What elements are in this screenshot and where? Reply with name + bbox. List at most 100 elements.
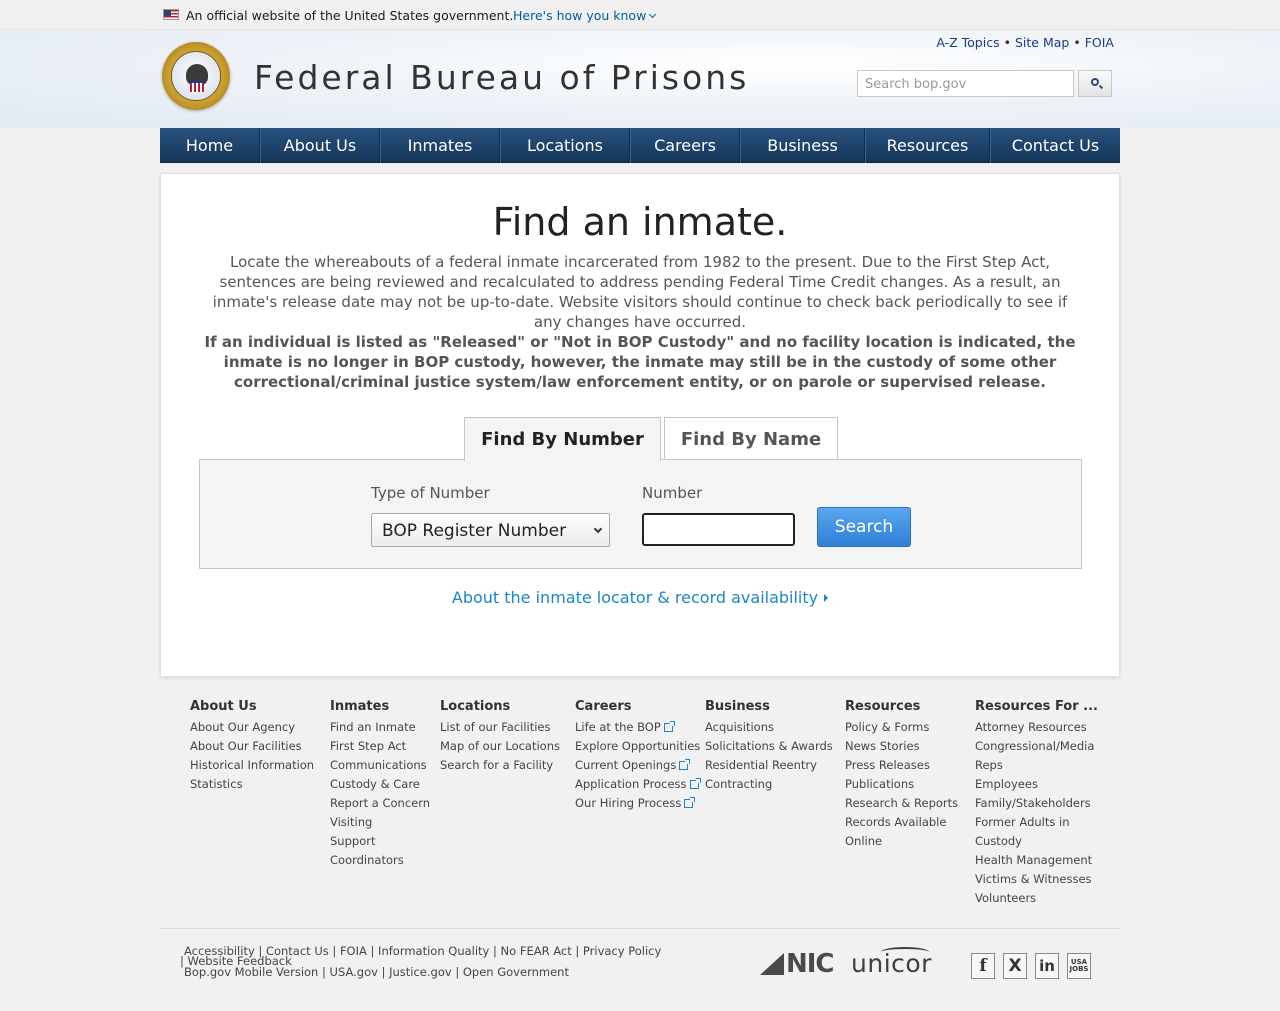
footer-link[interactable]: Acquisitions <box>705 718 833 737</box>
footer-link[interactable]: Historical Information <box>190 756 314 775</box>
footer-link[interactable]: Application Process <box>575 775 701 794</box>
external-link-icon <box>679 759 691 770</box>
locator-availability-link[interactable]: About the inmate locator & record availa… <box>161 588 1119 607</box>
gov-banner-text: An official website of the United States… <box>186 8 514 23</box>
find-by-number-panel: Type of Number Number BOP Register Numbe… <box>199 459 1082 569</box>
footer-link[interactable]: Statistics <box>190 775 314 794</box>
footer-link[interactable]: Report a Concern <box>330 794 430 813</box>
footer-link[interactable]: Custody & Care <box>330 775 430 794</box>
utility-links: A-Z Topics • Site Map • FOIA <box>936 35 1114 50</box>
foia-link[interactable]: FOIA <box>1085 35 1114 50</box>
nav-careers[interactable]: Careers <box>630 128 740 163</box>
external-link-icon <box>689 778 701 789</box>
footer-link[interactable]: Victims & Witnesses <box>975 870 1098 889</box>
nav-business[interactable]: Business <box>740 128 865 163</box>
footer-link[interactable]: List of our Facilities <box>440 718 560 737</box>
footer-link[interactable]: Search for a Facility <box>440 756 560 775</box>
footer-link[interactable]: News Stories <box>845 737 958 756</box>
footer-link[interactable]: Online <box>845 832 958 851</box>
unicor-logo[interactable]: unicor <box>851 947 932 978</box>
footer-heading[interactable]: Careers <box>575 699 700 714</box>
a-z-topics-link[interactable]: A-Z Topics <box>936 35 999 50</box>
footer-link[interactable]: First Step Act <box>330 737 430 756</box>
footer-link[interactable]: Records Available <box>845 813 958 832</box>
footer-heading[interactable]: Locations <box>440 699 560 714</box>
footer-link[interactable]: Coordinators <box>330 851 430 870</box>
footer-link[interactable]: Attorney Resources <box>975 718 1098 737</box>
linkedin-icon[interactable]: in <box>1035 953 1059 979</box>
footer-link[interactable]: Residential Reentry <box>705 756 833 775</box>
tab-find-by-name[interactable]: Find By Name <box>664 417 838 460</box>
number-label: Number <box>642 484 703 502</box>
footer-link[interactable]: Health Management <box>975 851 1098 870</box>
footer-link[interactable]: Visiting <box>330 813 430 832</box>
tab-find-by-number[interactable]: Find By Number <box>464 417 661 461</box>
footer-link[interactable]: Communications <box>330 756 430 775</box>
number-input[interactable] <box>642 513 795 546</box>
nav-home[interactable]: Home <box>160 128 260 163</box>
footer-link[interactable]: Former Adults in <box>975 813 1098 832</box>
usajobs-icon[interactable]: USA JOBS <box>1067 953 1091 979</box>
footer-col-resources-for: Resources For ... Attorney Resources Con… <box>975 699 1098 908</box>
footer-link[interactable]: Life at the BOP <box>575 718 700 737</box>
external-link-icon <box>663 721 675 732</box>
footer-link[interactable]: Reps <box>975 756 1098 775</box>
site-title[interactable]: Federal Bureau of Prisons <box>254 58 749 97</box>
footer-link[interactable]: Policy & Forms <box>845 718 958 737</box>
footer-heading[interactable]: Resources For ... <box>975 699 1098 714</box>
type-of-number-select[interactable]: BOP Register Number <box>371 513 610 547</box>
footer-link[interactable]: Our Hiring Process <box>575 794 700 813</box>
footer-link[interactable]: About Our Facilities <box>190 737 314 756</box>
us-flag-icon <box>163 9 179 20</box>
nic-logo[interactable]: NIC <box>760 949 835 979</box>
heres-how-you-know-link[interactable]: Here's how you know <box>513 8 657 23</box>
caret-right-icon <box>824 594 829 602</box>
footer-link[interactable]: Custody <box>975 832 1098 851</box>
nic-mark-icon <box>760 953 784 975</box>
facebook-icon[interactable]: f <box>971 953 995 979</box>
nav-about-us[interactable]: About Us <box>260 128 380 163</box>
intro-text: Locate the whereabouts of a federal inma… <box>212 253 1068 331</box>
footer-link[interactable]: Current Openings <box>575 756 700 775</box>
x-twitter-icon[interactable]: X <box>1003 953 1027 979</box>
footer-col-resources: Resources Policy & Forms News Stories Pr… <box>845 699 958 851</box>
footer-heading[interactable]: Business <box>705 699 833 714</box>
bop-seal-logo[interactable] <box>162 42 230 110</box>
footer-col-about-us: About Us About Our Agency About Our Faci… <box>190 699 314 794</box>
footer-link[interactable]: Employees <box>975 775 1098 794</box>
footer-link[interactable]: Family/Stakeholders <box>975 794 1098 813</box>
page-title: Find an inmate. <box>492 200 788 244</box>
nav-inmates[interactable]: Inmates <box>380 128 500 163</box>
footer-link[interactable]: Publications <box>845 775 958 794</box>
footer-heading[interactable]: About Us <box>190 699 314 714</box>
footer-heading[interactable]: Resources <box>845 699 958 714</box>
footer-link[interactable]: Contracting <box>705 775 833 794</box>
inmate-locator-card: Find an inmate. Locate the whereabouts o… <box>160 173 1120 677</box>
site-search-input[interactable]: Search bop.gov <box>857 70 1074 97</box>
footer-link[interactable]: Volunteers <box>975 889 1098 908</box>
site-search-button[interactable] <box>1078 70 1112 97</box>
site-map-link[interactable]: Site Map <box>1015 35 1069 50</box>
main-nav: Home About Us Inmates Locations Careers … <box>160 128 1120 163</box>
footer-link[interactable]: Press Releases <box>845 756 958 775</box>
footer-link[interactable]: About Our Agency <box>190 718 314 737</box>
footer-link[interactable]: Solicitations & Awards <box>705 737 833 756</box>
custody-notice: If an individual is listed as "Released"… <box>204 333 1076 391</box>
nav-resources[interactable]: Resources <box>865 128 990 163</box>
footer-link[interactable]: Find an Inmate <box>330 718 430 737</box>
footer-link[interactable]: Support <box>330 832 430 851</box>
footer-link[interactable]: Map of our Locations <box>440 737 560 756</box>
chevron-down-icon <box>649 10 657 19</box>
footer-col-careers: Careers Life at the BOP Explore Opportun… <box>575 699 701 813</box>
footer-link[interactable]: Research & Reports <box>845 794 958 813</box>
type-of-number-label: Type of Number <box>371 484 490 502</box>
chevron-down-icon <box>593 524 603 534</box>
footer-link[interactable]: Explore Opportunities <box>575 737 700 756</box>
search-button[interactable]: Search <box>817 507 911 547</box>
footer-link[interactable]: Congressional/Media <box>975 737 1098 756</box>
footer-col-inmates: Inmates Find an Inmate First Step Act Co… <box>330 699 430 870</box>
legal-links-row[interactable]: Bop.gov Mobile Version | USA.gov | Justi… <box>184 966 569 978</box>
nav-contact-us[interactable]: Contact Us <box>990 128 1120 163</box>
nav-locations[interactable]: Locations <box>500 128 630 163</box>
footer-heading[interactable]: Inmates <box>330 699 430 714</box>
